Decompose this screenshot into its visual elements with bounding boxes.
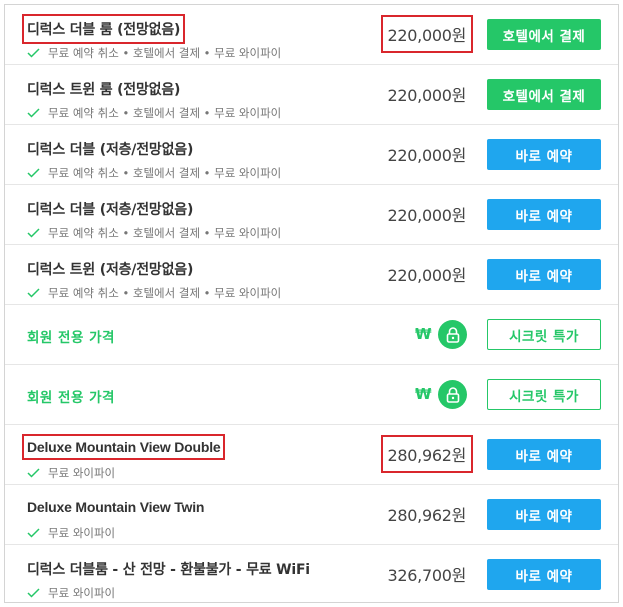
amenities-text: 무료 예약 취소 • 호텔에서 결제 • 무료 와이파이	[48, 226, 282, 240]
room-price: 220,000원	[387, 86, 467, 105]
pay-at-hotel-button[interactable]: 호텔에서 결제	[487, 19, 601, 50]
room-offer-row: Deluxe Mountain View Twin 무료 와이파이 280,96…	[5, 485, 618, 545]
book-now-button[interactable]: 바로 예약	[487, 439, 601, 470]
book-now-button[interactable]: 바로 예약	[487, 499, 601, 530]
amenities-text: 무료 예약 취소 • 호텔에서 결제 • 무료 와이파이	[48, 106, 282, 120]
lock-icon	[438, 320, 467, 349]
room-amenities: 무료 예약 취소 • 호텔에서 결제 • 무료 와이파이	[27, 165, 281, 181]
amenities-text: 무료 예약 취소 • 호텔에서 결제 • 무료 와이파이	[48, 46, 282, 60]
room-name: 디럭스 트윈 (저층/전망없음)	[27, 262, 194, 278]
member-price-label: 회원 전용 가격	[27, 330, 115, 346]
member-price-label: 회원 전용 가격	[27, 390, 115, 406]
room-offer-row: 디럭스 더블 룸 (전망없음) 무료 예약 취소 • 호텔에서 결제 • 무료 …	[5, 5, 618, 65]
room-amenities: 무료 예약 취소 • 호텔에서 결제 • 무료 와이파이	[27, 105, 281, 121]
won-symbol: ₩	[415, 325, 432, 343]
room-name: Deluxe Mountain View Twin	[27, 499, 205, 515]
check-icon	[27, 528, 40, 538]
room-offer-row: 디럭스 트윈 룸 (전망없음) 무료 예약 취소 • 호텔에서 결제 • 무료 …	[5, 65, 618, 125]
check-icon	[27, 468, 40, 478]
check-icon	[27, 228, 40, 238]
amenities-text: 무료 예약 취소 • 호텔에서 결제 • 무료 와이파이	[48, 166, 282, 180]
room-offer-row: Deluxe Mountain View Double 무료 와이파이 280,…	[5, 425, 618, 485]
room-name: 디럭스 더블 (저층/전망없음)	[27, 142, 194, 158]
book-now-button[interactable]: 바로 예약	[487, 199, 601, 230]
room-name: 디럭스 더블룸 - 산 전망 - 환불불가 - 무료 WiFi	[27, 562, 310, 578]
secret-deal-button[interactable]: 시크릿 특가	[487, 319, 601, 350]
room-price: 280,962원	[387, 506, 467, 525]
won-symbol: ₩	[415, 385, 432, 403]
room-name: Deluxe Mountain View Double	[21, 434, 226, 460]
room-offer-row: 디럭스 더블 (저층/전망없음) 무료 예약 취소 • 호텔에서 결제 • 무료…	[5, 125, 618, 185]
room-name: 디럭스 더블 (저층/전망없음)	[27, 202, 194, 218]
room-price: 280,962원	[380, 435, 474, 473]
room-amenities: 무료 와이파이	[27, 465, 115, 481]
amenities-text: 무료 예약 취소 • 호텔에서 결제 • 무료 와이파이	[48, 286, 282, 300]
room-name: 디럭스 트윈 룸 (전망없음)	[27, 82, 181, 98]
room-price: 220,000원	[387, 146, 467, 165]
room-offer-row: 디럭스 더블룸 - 산 전망 - 환불불가 - 무료 WiFi 무료 와이파이 …	[5, 545, 618, 605]
amenities-text: 무료 와이파이	[48, 466, 116, 480]
room-amenities: 무료 와이파이	[27, 525, 115, 541]
book-now-button[interactable]: 바로 예약	[487, 259, 601, 290]
room-price: 220,000원	[387, 206, 467, 225]
amenities-text: 무료 와이파이	[48, 526, 116, 540]
member-price-row: 회원 전용 가격 ₩ 시크릿 특가	[5, 305, 618, 365]
book-now-button[interactable]: 바로 예약	[487, 139, 601, 170]
room-price: 220,000원	[387, 266, 467, 285]
member-price-row: 회원 전용 가격 ₩ 시크릿 특가	[5, 365, 618, 425]
room-amenities: 무료 예약 취소 • 호텔에서 결제 • 무료 와이파이	[27, 225, 281, 241]
check-icon	[27, 108, 40, 118]
lock-icon	[438, 380, 467, 409]
room-price: 220,000원	[380, 15, 474, 53]
room-amenities: 무료 예약 취소 • 호텔에서 결제 • 무료 와이파이	[27, 285, 281, 301]
amenities-text: 무료 와이파이	[48, 586, 116, 600]
room-offer-row: 디럭스 더블 (저층/전망없음) 무료 예약 취소 • 호텔에서 결제 • 무료…	[5, 185, 618, 245]
room-amenities: 무료 예약 취소 • 호텔에서 결제 • 무료 와이파이	[27, 45, 281, 61]
check-icon	[27, 588, 40, 598]
secret-deal-button[interactable]: 시크릿 특가	[487, 379, 601, 410]
room-name: 디럭스 더블 룸 (전망없음)	[21, 14, 186, 44]
room-offer-list: 디럭스 더블 룸 (전망없음) 무료 예약 취소 • 호텔에서 결제 • 무료 …	[4, 4, 619, 603]
check-icon	[27, 168, 40, 178]
room-price: 326,700원	[387, 566, 467, 585]
check-icon	[27, 288, 40, 298]
check-icon	[27, 48, 40, 58]
pay-at-hotel-button[interactable]: 호텔에서 결제	[487, 79, 601, 110]
room-offer-row: 디럭스 트윈 (저층/전망없음) 무료 예약 취소 • 호텔에서 결제 • 무료…	[5, 245, 618, 305]
book-now-button[interactable]: 바로 예약	[487, 559, 601, 590]
room-amenities: 무료 와이파이	[27, 585, 115, 601]
